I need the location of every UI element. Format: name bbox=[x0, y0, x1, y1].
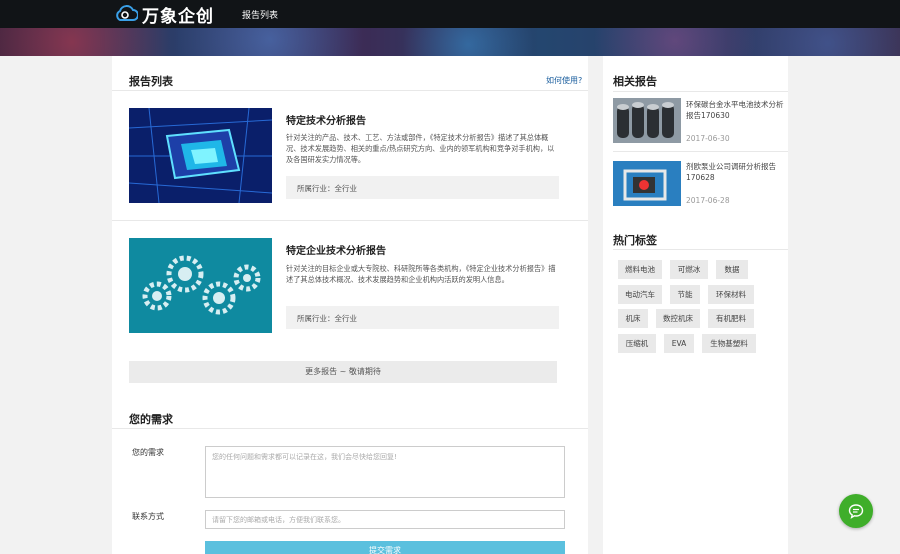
tag-item[interactable]: 燃料电池 bbox=[618, 260, 662, 279]
tag-item[interactable]: 电动汽车 bbox=[618, 285, 662, 304]
divider bbox=[112, 428, 588, 429]
divider bbox=[613, 151, 788, 152]
related-report-date: 2017-06-28 bbox=[686, 196, 730, 205]
submit-button[interactable]: 提交需求 bbox=[205, 541, 565, 554]
hot-tags-title: 热门标签 bbox=[613, 234, 657, 247]
tag-item[interactable]: 节能 bbox=[670, 285, 700, 304]
chat-bubble-icon bbox=[848, 504, 864, 519]
more-reports-button[interactable]: 更多报告 ~ 敬请期待 bbox=[129, 361, 557, 383]
nav-report-list[interactable]: 报告列表 bbox=[242, 8, 278, 21]
demand-title: 您的需求 bbox=[129, 413, 173, 426]
main-content: 报告列表 如何使用? 特定技术分析报告 针对关注的产品、技术、工艺、方法或部件，… bbox=[112, 56, 588, 554]
demand-label: 您的需求 bbox=[132, 448, 164, 457]
industry-tag: 所属行业：全行业 bbox=[286, 306, 559, 329]
tag-item[interactable]: 数据 bbox=[716, 260, 748, 279]
cloud-logo-icon bbox=[116, 5, 138, 21]
chat-button[interactable] bbox=[839, 494, 873, 528]
top-banner: 万象企创 报告列表 bbox=[0, 0, 900, 56]
gears-image[interactable] bbox=[129, 238, 272, 333]
related-report-title[interactable]: 环保碳台金水平电池技术分析报告170630 bbox=[686, 99, 786, 121]
tag-item[interactable]: 有机肥料 bbox=[708, 309, 754, 328]
report-description: 针对关注的产品、技术、工艺、方法或部件，《特定技术分析报告》描述了其总体概况、技… bbox=[286, 133, 555, 164]
contact-label: 联系方式 bbox=[132, 512, 164, 521]
help-link[interactable]: 如何使用? bbox=[546, 75, 582, 86]
industry-tag: 所属行业：全行业 bbox=[286, 176, 559, 199]
tag-item[interactable]: 可燃冰 bbox=[670, 260, 708, 279]
pump-image[interactable] bbox=[613, 161, 681, 206]
site-logo[interactable]: 万象企创 bbox=[114, 3, 214, 27]
logo-text: 万象企创 bbox=[142, 6, 214, 27]
sidebar: 相关报告 环保碳台金水平电池技术分析报告170630 2017-06-30 剂欧… bbox=[603, 56, 788, 554]
divider bbox=[112, 220, 588, 221]
tag-item[interactable]: 生物基塑料 bbox=[702, 334, 756, 353]
report-description: 针对关注的目标企业或大专院校、科研院所等各类机构，《特定企业技术分析报告》描述了… bbox=[286, 264, 556, 284]
tag-item[interactable]: 压缩机 bbox=[618, 334, 656, 353]
related-report-date: 2017-06-30 bbox=[686, 134, 730, 143]
report-list-title: 报告列表 bbox=[129, 75, 173, 88]
report-title[interactable]: 特定技术分析报告 bbox=[286, 112, 366, 127]
divider bbox=[613, 91, 788, 92]
tag-item[interactable]: EVA bbox=[664, 334, 694, 353]
tag-item[interactable]: 数控机床 bbox=[656, 309, 700, 328]
related-title: 相关报告 bbox=[613, 75, 657, 88]
related-report-title[interactable]: 剂欧泵业公司调研分析报告170628 bbox=[686, 161, 786, 183]
divider bbox=[613, 249, 788, 250]
report-title[interactable]: 特定企业技术分析报告 bbox=[286, 242, 386, 257]
divider bbox=[112, 90, 588, 91]
batteries-image[interactable] bbox=[613, 98, 681, 143]
chip-image[interactable] bbox=[129, 108, 272, 203]
tag-item[interactable]: 环保材料 bbox=[708, 285, 754, 304]
tag-item[interactable]: 机床 bbox=[618, 309, 648, 328]
demand-textarea[interactable]: 您的任何问题和需求都可以记录在这，我们会尽快给您回复! bbox=[205, 446, 565, 498]
galaxy-banner-image bbox=[0, 28, 900, 56]
contact-input[interactable]: 请留下您的邮箱或电话，方便我们联系您。 bbox=[205, 510, 565, 529]
